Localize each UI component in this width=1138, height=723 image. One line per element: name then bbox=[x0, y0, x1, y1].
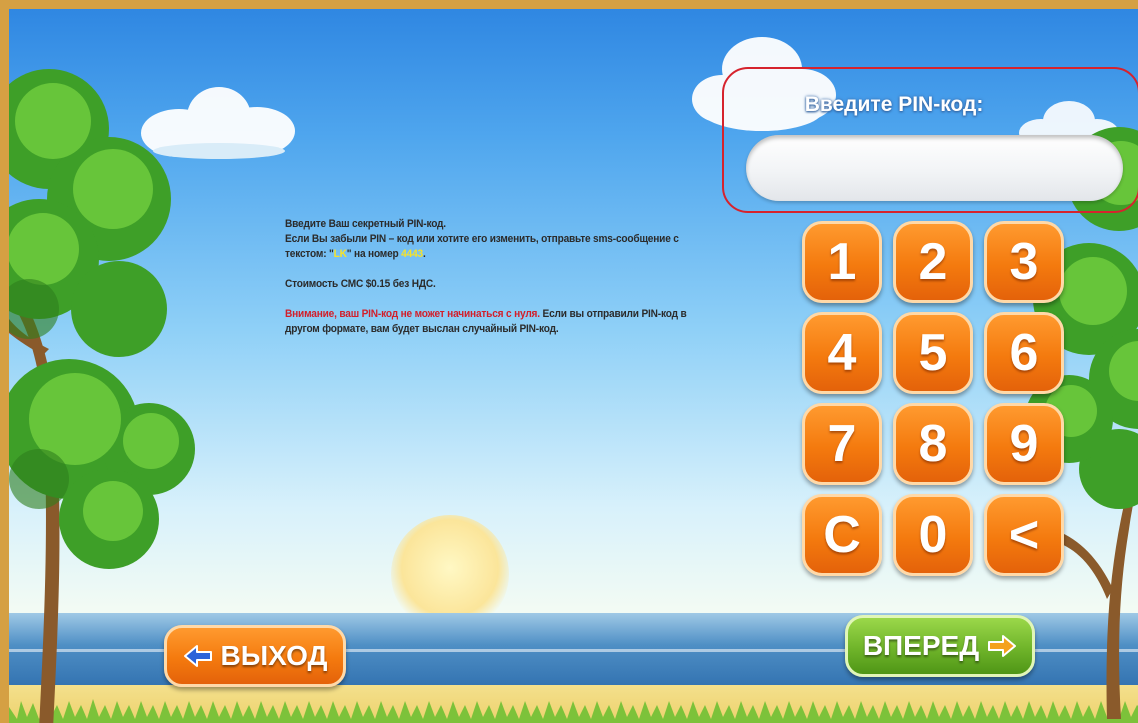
exit-label: ВЫХОД bbox=[220, 640, 328, 671]
key-7-button[interactable]: 7 bbox=[802, 403, 882, 485]
key-0-button[interactable]: 0 bbox=[893, 494, 973, 576]
arrow-right-icon bbox=[988, 635, 1017, 657]
key-4-button[interactable]: 4 bbox=[802, 312, 882, 394]
sms-number: 4443 bbox=[401, 248, 423, 260]
pin-label: Введите PIN-код: bbox=[804, 93, 984, 116]
warning-text: Внимание, ваш PIN-код не может начинатьс… bbox=[285, 308, 540, 320]
info-line-forgot-mid: " на номер bbox=[346, 248, 402, 260]
app-frame: Введите Ваш секретный PIN-код. Если Вы з… bbox=[0, 0, 1138, 723]
clear-button[interactable]: C bbox=[802, 494, 882, 576]
sms-keyword: LK bbox=[333, 248, 347, 260]
info-line-forgot-end: . bbox=[422, 248, 426, 260]
key-9-button[interactable]: 9 bbox=[984, 403, 1064, 485]
key-3-button[interactable]: 3 bbox=[984, 221, 1064, 303]
key-8-button[interactable]: 8 bbox=[893, 403, 973, 485]
key-2-button[interactable]: 2 bbox=[893, 221, 973, 303]
info-line-intro: Введите Ваш секретный PIN-код. bbox=[285, 218, 446, 230]
key-5-button[interactable]: 5 bbox=[893, 312, 973, 394]
instructions-text: Введите Ваш секретный PIN-код. Если Вы з… bbox=[285, 217, 690, 352]
key-6-button[interactable]: 6 bbox=[984, 312, 1064, 394]
key-1-button[interactable]: 1 bbox=[802, 221, 882, 303]
exit-button[interactable]: ВЫХОД bbox=[164, 625, 346, 687]
sms-cost-text: Стоимость СМС $0.15 без НДС. bbox=[285, 278, 436, 290]
tree-left-graphic bbox=[9, 69, 195, 723]
backspace-button[interactable]: < bbox=[984, 494, 1064, 576]
background-scene: Введите Ваш секретный PIN-код. Если Вы з… bbox=[9, 9, 1138, 723]
arrow-left-icon bbox=[183, 645, 212, 667]
next-label: ВПЕРЕД bbox=[862, 630, 980, 661]
next-button[interactable]: ВПЕРЕД bbox=[845, 615, 1035, 677]
pin-input[interactable] bbox=[746, 135, 1123, 201]
